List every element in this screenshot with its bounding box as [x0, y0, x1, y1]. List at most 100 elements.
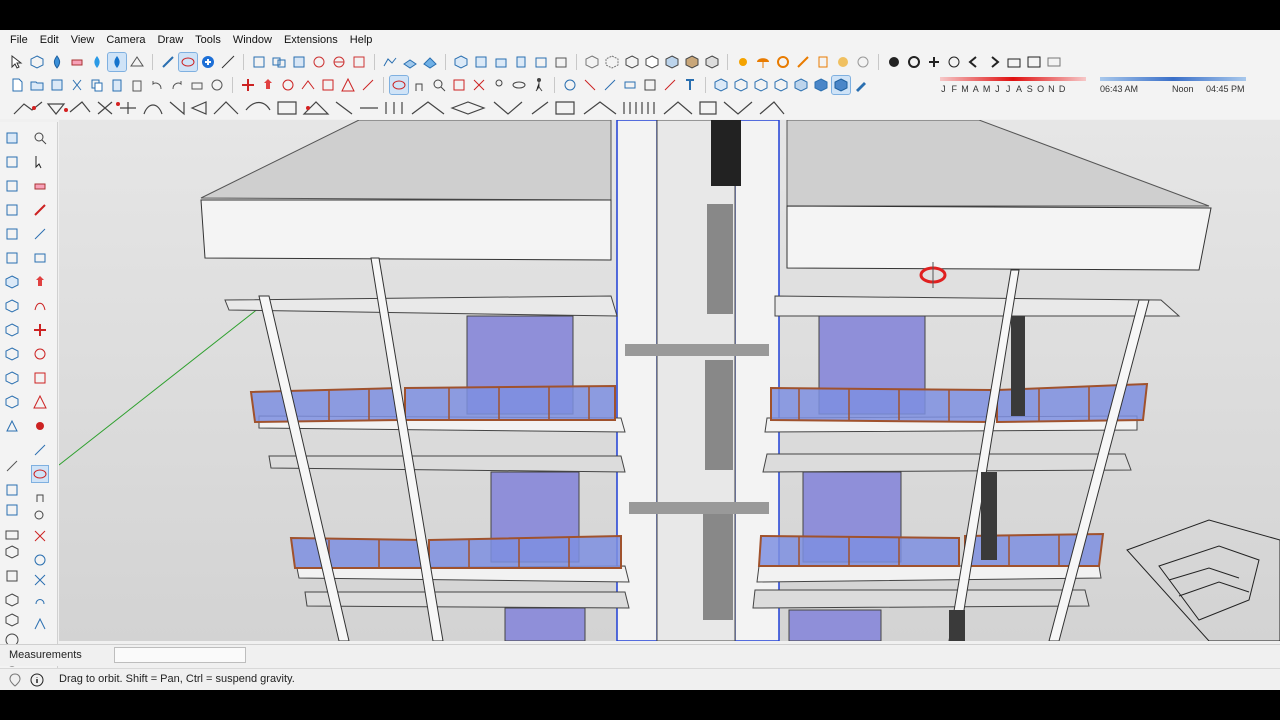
menu-extensions[interactable]: Extensions: [278, 30, 344, 50]
new-icon[interactable]: [8, 76, 26, 94]
cut-icon[interactable]: [68, 76, 86, 94]
next-view-icon[interactable]: [985, 53, 1003, 71]
view-iso-2-icon[interactable]: [712, 76, 730, 94]
paste-icon[interactable]: [108, 76, 126, 94]
view-right-icon[interactable]: [512, 53, 530, 71]
sandbox-left-icon[interactable]: [4, 322, 20, 338]
camera-icon[interactable]: [1005, 53, 1023, 71]
menu-window[interactable]: Window: [227, 30, 278, 50]
cube3-left-icon[interactable]: [4, 612, 20, 628]
smoove-icon[interactable]: [421, 53, 439, 71]
open-icon[interactable]: [28, 76, 46, 94]
shape6-left-icon[interactable]: [4, 482, 20, 498]
view-iso-icon[interactable]: [452, 53, 470, 71]
orbit-small-icon[interactable]: [389, 74, 409, 95]
previous-view-icon[interactable]: [965, 53, 983, 71]
orbit-left-icon[interactable]: [31, 465, 49, 483]
model-info-icon[interactable]: [208, 76, 226, 94]
walk-person-icon[interactable]: [530, 76, 548, 94]
style-monochrome-icon[interactable]: [703, 53, 721, 71]
zoom-extents-icon[interactable]: [945, 53, 963, 71]
style-wireframe-icon[interactable]: [623, 53, 641, 71]
shape3-left-icon[interactable]: [4, 394, 20, 410]
walk-icon[interactable]: [885, 53, 903, 71]
menu-camera[interactable]: Camera: [100, 30, 151, 50]
print-icon[interactable]: [188, 76, 206, 94]
info-icon[interactable]: [30, 673, 44, 687]
save-icon[interactable]: [48, 76, 66, 94]
material-left-icon[interactable]: [4, 274, 20, 290]
view-left-icon[interactable]: [552, 53, 570, 71]
copy-icon[interactable]: [88, 76, 106, 94]
arrow-left-icon[interactable]: [32, 154, 48, 170]
circle-orange-icon[interactable]: [774, 53, 792, 71]
3d-text-icon[interactable]: [681, 76, 699, 94]
pencil-left-icon[interactable]: [32, 202, 48, 218]
axes-icon[interactable]: [661, 76, 679, 94]
look-icon[interactable]: [510, 76, 528, 94]
shadow-slider-track[interactable]: [938, 74, 1248, 84]
menu-tools[interactable]: Tools: [189, 30, 227, 50]
menu-draw[interactable]: Draw: [151, 30, 189, 50]
view-top-icon[interactable]: [472, 53, 490, 71]
group-left-icon[interactable]: [4, 178, 20, 194]
menu-help[interactable]: Help: [344, 30, 379, 50]
add-icon[interactable]: [199, 53, 217, 71]
position-camera-icon[interactable]: [925, 53, 943, 71]
component-icon[interactable]: [28, 53, 46, 71]
zoom-extents-2-icon[interactable]: [470, 76, 488, 94]
rotate-left-icon[interactable]: [32, 346, 48, 362]
line-left-icon[interactable]: [32, 226, 48, 242]
line-tool-icon[interactable]: [219, 53, 237, 71]
cube2-left-icon[interactable]: [4, 592, 20, 608]
paint-bucket-icon[interactable]: [48, 53, 66, 71]
position-icon[interactable]: [490, 76, 508, 94]
dimension-icon[interactable]: [621, 76, 639, 94]
zoom-window-icon[interactable]: [450, 76, 468, 94]
paint-brush-icon[interactable]: [852, 76, 870, 94]
box-left-icon[interactable]: [4, 298, 20, 314]
scale-tool-icon[interactable]: [319, 76, 337, 94]
view-bottom-icon[interactable]: [831, 74, 851, 95]
geo-icon[interactable]: [8, 673, 22, 687]
select-left-icon[interactable]: [4, 130, 20, 146]
solid-subtract-icon[interactable]: [290, 53, 308, 71]
section-cut-icon[interactable]: [601, 76, 619, 94]
shape2-left-icon[interactable]: [4, 370, 20, 386]
solid-tools-icon[interactable]: [250, 53, 268, 71]
delete-icon[interactable]: [128, 76, 146, 94]
section-fill-icon[interactable]: [561, 76, 579, 94]
sandbox-from-contours-icon[interactable]: [381, 53, 399, 71]
shape-left-icon[interactable]: [4, 346, 20, 362]
follow-left-icon[interactable]: [32, 298, 48, 314]
eraser-icon[interactable]: [68, 53, 86, 71]
follow-me-icon[interactable]: [299, 76, 317, 94]
style-hidden-line-icon[interactable]: [643, 53, 661, 71]
move-icon[interactable]: [239, 76, 257, 94]
shape5-left-icon[interactable]: [4, 458, 20, 474]
undo-icon[interactable]: [148, 76, 166, 94]
solid-union-icon[interactable]: [270, 53, 288, 71]
pan-left-icon[interactable]: [32, 488, 48, 504]
push-pull-left-icon[interactable]: [32, 274, 48, 290]
extension-tool-strip[interactable]: [8, 98, 788, 118]
menu-edit[interactable]: Edit: [34, 30, 65, 50]
redo-icon[interactable]: [168, 76, 186, 94]
layout-left-icon[interactable]: [4, 568, 20, 584]
solid-trim-icon[interactable]: [310, 53, 328, 71]
drop-active-icon[interactable]: [107, 51, 127, 72]
pan-hand-icon[interactable]: [410, 76, 428, 94]
cube-left-icon[interactable]: [4, 544, 20, 560]
offset-icon[interactable]: [339, 76, 357, 94]
tape-left-icon[interactable]: [32, 418, 48, 434]
zoom-icon[interactable]: [430, 76, 448, 94]
view-front-icon[interactable]: [492, 53, 510, 71]
style-backedges-icon[interactable]: [603, 53, 621, 71]
view-back-2-icon[interactable]: [792, 76, 810, 94]
zoom2-left-icon[interactable]: [32, 508, 48, 524]
rectangle-left-icon[interactable]: [32, 250, 48, 266]
solid-split-icon[interactable]: [330, 53, 348, 71]
solid-left-icon[interactable]: [32, 616, 48, 632]
view-right-2-icon[interactable]: [772, 76, 790, 94]
pan-icon[interactable]: [159, 53, 177, 71]
